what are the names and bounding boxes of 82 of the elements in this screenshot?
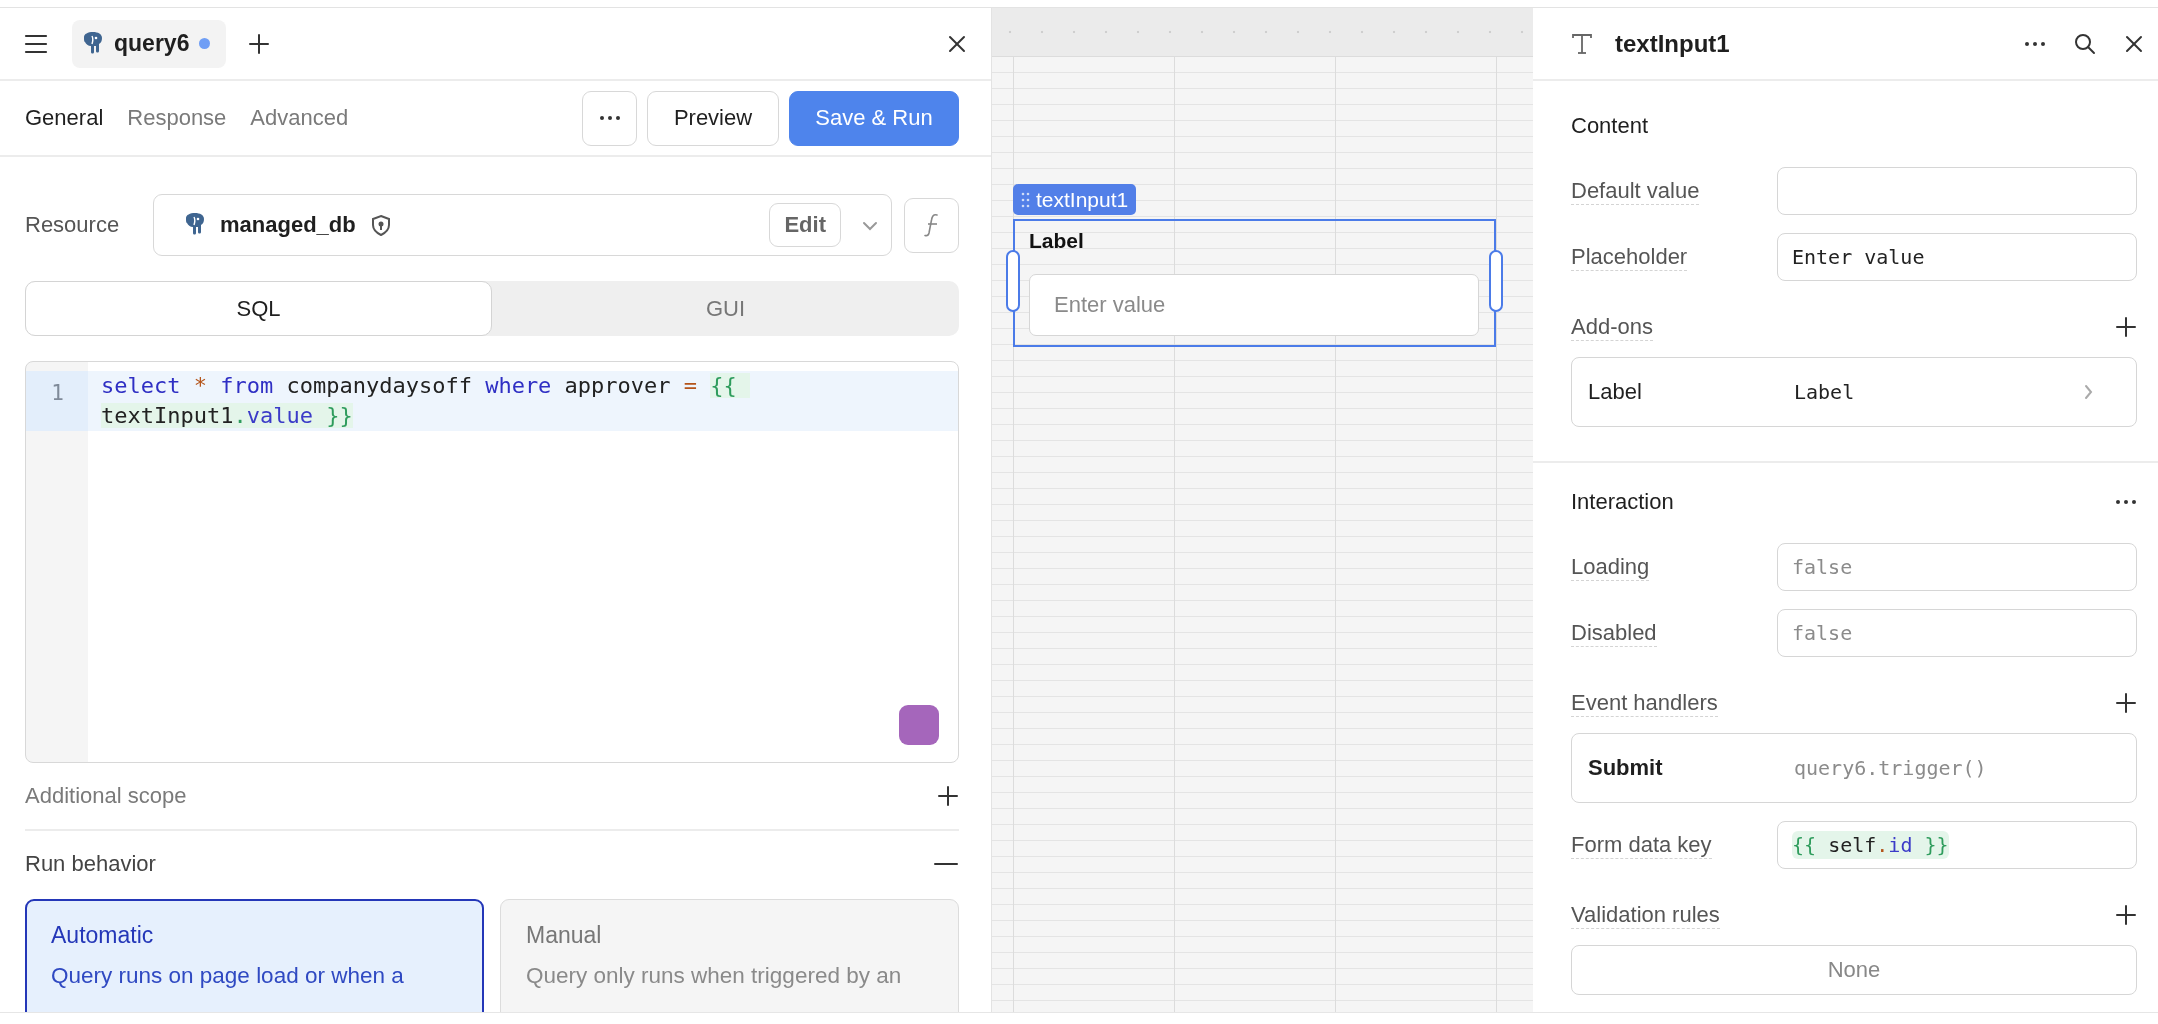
close-icon — [2124, 33, 2144, 54]
add-button[interactable] — [2115, 692, 2137, 714]
collapse-button[interactable] — [933, 861, 959, 867]
property-label: Add-ons — [1571, 313, 1653, 341]
resize-handle[interactable] — [1006, 250, 1020, 312]
minus-icon — [933, 861, 959, 867]
search-icon — [2074, 32, 2096, 55]
mode-option[interactable]: GUI — [492, 281, 959, 336]
property-label: Form data key — [1571, 831, 1712, 859]
more-button[interactable] — [2115, 498, 2137, 506]
section-header[interactable]: Additional scope — [25, 783, 187, 809]
close-button[interactable] — [947, 33, 967, 54]
close-button[interactable] — [2124, 33, 2144, 54]
section-tab[interactable]: Advanced — [250, 105, 349, 131]
run-option-title: Manual — [526, 922, 603, 949]
property-label: Loading — [1571, 553, 1650, 581]
line-number: 1 — [26, 371, 88, 431]
assistant-button[interactable] — [899, 705, 939, 745]
section-header[interactable]: Run behavior — [25, 851, 156, 877]
property-label: Validation rules — [1571, 901, 1720, 929]
save-run-button[interactable]: Save & Run — [789, 90, 959, 146]
property-value: {{ self.id }} — [1792, 833, 1949, 857]
property-input[interactable]: false — [1777, 543, 2137, 591]
section-tab[interactable]: Response — [127, 105, 227, 131]
resource-name: managed_db — [220, 212, 356, 238]
text-input-field[interactable]: Enter value — [1029, 274, 1479, 336]
property-input[interactable]: false — [1777, 609, 2137, 657]
plus-icon — [937, 785, 959, 807]
resource-select[interactable]: managed_db Edit — [153, 194, 892, 256]
mode-option[interactable]: SQL — [25, 281, 492, 336]
run-option-description: Query runs on page load or when a — [51, 962, 405, 990]
resource-label: Resource — [25, 212, 121, 238]
query-tab-label[interactable]: query6 — [114, 30, 190, 57]
item-name: Submit — [1588, 755, 1664, 781]
property-input[interactable]: {{ self.id }} — [1777, 821, 2137, 869]
property-label: Event handlers — [1571, 689, 1718, 717]
add-button[interactable] — [2115, 904, 2137, 926]
close-icon — [947, 33, 967, 54]
property-label: Disabled — [1571, 619, 1657, 647]
search-button[interactable] — [2074, 32, 2096, 55]
run-option-card[interactable]: Manual Query only runs when triggered by an — [500, 899, 959, 1012]
item-value: Label — [1794, 380, 1856, 404]
section-title: Content — [1571, 113, 1649, 139]
plus-icon — [2115, 692, 2137, 714]
property-label: Placeholder — [1571, 243, 1688, 271]
property-label: Default value — [1571, 177, 1700, 205]
selected-component-frame[interactable]: Label Enter value — [1004, 219, 1505, 347]
plus-icon — [248, 32, 271, 55]
field-label: Label — [1029, 229, 1084, 253]
add-query-button[interactable] — [248, 32, 271, 55]
event-handler-item[interactable]: Submit query6.trigger() — [1571, 733, 2137, 803]
query-tab[interactable]: query6 — [72, 19, 227, 68]
drag-handle-icon — [1021, 191, 1030, 208]
run-option-title: Automatic — [51, 922, 155, 949]
expand-button[interactable] — [937, 785, 959, 807]
component-tag[interactable]: textInput1 — [1013, 184, 1137, 215]
addon-item[interactable]: Label Label — [1571, 357, 2137, 427]
run-option-description: Query only runs when triggered by an — [526, 962, 903, 990]
code-editor[interactable]: 1 select * from companydaysoff where approver = {{ textInput1.value }} — [25, 361, 959, 763]
rules-field[interactable]: None — [1571, 945, 2137, 995]
more-icon — [598, 114, 621, 122]
resize-handle[interactable] — [1489, 250, 1503, 312]
item-name: Label — [1588, 379, 1643, 405]
add-button[interactable] — [2115, 316, 2137, 338]
property-input[interactable]: Enter value — [1777, 233, 2137, 281]
component-name: textInput1 — [1036, 187, 1129, 212]
chevron-right-icon — [2084, 384, 2093, 400]
plus-icon — [2115, 904, 2137, 926]
more-icon — [2024, 39, 2046, 48]
more-button[interactable] — [2024, 39, 2046, 48]
run-option-card[interactable]: Automatic Query runs on page load or when a — [25, 899, 484, 1012]
plus-icon — [2115, 316, 2137, 338]
section-title: Interaction — [1571, 489, 1674, 515]
section-tab[interactable]: General — [25, 105, 104, 131]
preview-button[interactable]: Preview — [647, 90, 779, 146]
edit-button[interactable]: Edit — [769, 203, 841, 247]
text-icon — [1571, 32, 1593, 55]
shield-icon — [369, 213, 392, 237]
component-title: textInput1 — [1615, 29, 1730, 58]
more-icon — [2115, 498, 2137, 506]
item-value: query6.trigger() — [1794, 756, 1988, 780]
property-input[interactable] — [1777, 167, 2137, 215]
